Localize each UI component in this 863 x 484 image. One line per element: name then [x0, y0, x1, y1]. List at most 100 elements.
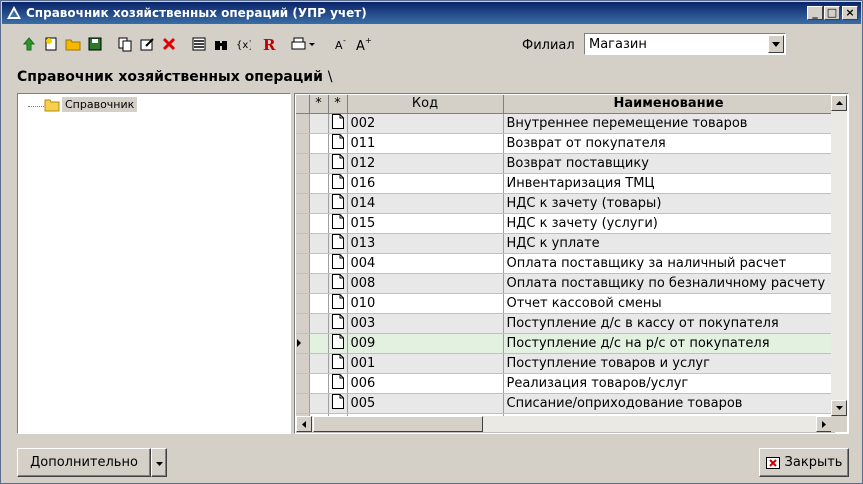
folder-icon[interactable]	[63, 33, 83, 55]
row-indicator[interactable]	[296, 293, 310, 314]
cell-code[interactable]: 014	[347, 193, 504, 214]
row-indicator[interactable]	[296, 233, 310, 254]
row-indicator[interactable]	[296, 193, 310, 214]
column-header-star-2[interactable]: *	[328, 95, 348, 114]
row-indicator[interactable]	[296, 153, 310, 174]
cell-code[interactable]: 004	[347, 253, 504, 274]
up-arrow-icon[interactable]	[19, 33, 39, 55]
cell-code[interactable]: 008	[347, 273, 504, 294]
cell-name[interactable]: Инвентаризация ТМЦ	[503, 173, 835, 194]
cell-code[interactable]: 015	[347, 213, 504, 234]
row-indicator[interactable]	[296, 213, 310, 234]
save-icon[interactable]	[85, 33, 105, 55]
row-indicator[interactable]	[296, 333, 310, 354]
edit-icon[interactable]	[137, 33, 157, 55]
cell-code[interactable]: 002	[347, 113, 504, 134]
row-indicator[interactable]	[296, 113, 310, 134]
copy-icon[interactable]	[115, 33, 135, 55]
table-row[interactable]: 002 Внутреннее перемещение товаров	[296, 113, 835, 134]
scroll-up-icon[interactable]	[831, 95, 847, 111]
horizontal-scrollbar[interactable]	[296, 416, 832, 432]
cell-name[interactable]: НДС к зачету (товары)	[503, 193, 835, 214]
table-row[interactable]: 001 Поступление товаров и услуг	[296, 353, 835, 374]
cell-code[interactable]: 010	[347, 293, 504, 314]
close-icon[interactable]: ×	[842, 6, 858, 20]
close-button[interactable]: Закрыть	[759, 448, 849, 477]
column-header-star-1[interactable]: *	[309, 95, 329, 114]
filial-select[interactable]: Магазин	[584, 33, 786, 55]
cell-name[interactable]: НДС к уплате	[503, 233, 835, 254]
cell-name[interactable]: Оплата поставщику за наличный расчет	[503, 253, 835, 274]
cell-name[interactable]: Поступление д/с на р/с от покупателя	[503, 333, 835, 354]
row-indicator[interactable]	[296, 373, 310, 394]
cell-code[interactable]: 006	[347, 373, 504, 394]
row-indicator[interactable]	[296, 313, 310, 334]
tree-panel[interactable]: Справочник	[17, 93, 291, 434]
table-row[interactable]: 013 НДС к уплате	[296, 233, 835, 254]
cell-code[interactable]: 001	[347, 353, 504, 374]
data-grid[interactable]: * * Код Наименование 002 Внутреннее перем…	[294, 93, 849, 434]
variables-icon[interactable]: {x}	[233, 33, 253, 55]
more-button[interactable]: Дополнительно	[17, 448, 151, 477]
column-header-name[interactable]: Наименование	[503, 95, 835, 114]
cell-code[interactable]: 005	[347, 393, 504, 414]
delete-icon[interactable]	[159, 33, 179, 55]
tree-node-label[interactable]: Справочник	[62, 97, 138, 112]
table-row[interactable]: 014 НДС к зачету (товары)	[296, 193, 835, 214]
table-row[interactable]: 011 Возврат от покупателя	[296, 133, 835, 154]
cell-name[interactable]: Возврат поставщику	[503, 153, 835, 174]
new-record-icon[interactable]	[41, 33, 61, 55]
cell-code[interactable]: 011	[347, 133, 504, 154]
horizontal-scroll-thumb[interactable]	[313, 416, 483, 432]
table-row[interactable]: 004 Оплата поставщику за наличный расчет	[296, 253, 835, 274]
cell-name[interactable]: НДС к зачету (услуги)	[503, 213, 835, 234]
cell-code[interactable]: 012	[347, 153, 504, 174]
document-icon	[331, 333, 344, 353]
table-row[interactable]: 005 Списание/оприходование товаров	[296, 393, 835, 414]
cell-code[interactable]: 009	[347, 333, 504, 354]
more-dropdown-button[interactable]	[151, 448, 167, 477]
row-indicator[interactable]	[296, 273, 310, 294]
font-decrease-icon[interactable]: A-	[331, 33, 351, 55]
minimize-icon[interactable]: _	[807, 6, 823, 20]
table-row[interactable]: 006 Реализация товаров/услуг	[296, 373, 835, 394]
chevron-down-icon[interactable]	[768, 35, 784, 53]
row-indicator[interactable]	[296, 253, 310, 274]
row-indicator[interactable]	[296, 353, 310, 374]
row-indicator[interactable]	[296, 133, 310, 154]
cell-code[interactable]: 016	[347, 173, 504, 194]
cell-name[interactable]: Возврат от покупателя	[503, 133, 835, 154]
cell-name[interactable]: Поступление товаров и услуг	[503, 353, 835, 374]
cell-code[interactable]: 013	[347, 233, 504, 254]
cell-name[interactable]: Отчет кассовой смены	[503, 293, 835, 314]
cell-name[interactable]: Реализация товаров/услуг	[503, 373, 835, 394]
table-row[interactable]: 012 Возврат поставщику	[296, 153, 835, 174]
title-bar[interactable]: Справочник хозяйственных операций (УПР у…	[2, 2, 861, 24]
table-row[interactable]: 008 Оплата поставщику по безналичному рас…	[296, 273, 835, 294]
scroll-right-icon[interactable]	[816, 416, 832, 432]
binoculars-icon[interactable]	[211, 33, 231, 55]
table-row[interactable]: 009 Поступление д/с на р/с от покупателя	[296, 333, 835, 354]
table-row[interactable]: 015 НДС к зачету (услуги)	[296, 213, 835, 234]
cell-name[interactable]: Оплата поставщику по безналичному расчет…	[503, 273, 835, 294]
column-header-code[interactable]: Код	[347, 95, 504, 114]
table-row[interactable]: 016 Инвентаризация ТМЦ	[296, 173, 835, 194]
cell-name[interactable]: Поступление д/с в кассу от покупателя	[503, 313, 835, 334]
table-row[interactable]: 003 Поступление д/с в кассу от покупателя	[296, 313, 835, 334]
row-star-cell	[309, 293, 329, 314]
row-indicator[interactable]	[296, 393, 310, 414]
print-icon[interactable]	[289, 33, 317, 55]
scroll-down-icon[interactable]	[831, 400, 847, 416]
report-icon[interactable]: R	[259, 33, 279, 55]
cell-code[interactable]: 003	[347, 313, 504, 334]
row-doc-cell	[328, 193, 348, 214]
vertical-scrollbar[interactable]	[831, 95, 847, 416]
maximize-icon[interactable]: □	[824, 6, 840, 20]
table-row[interactable]: 010 Отчет кассовой смены	[296, 293, 835, 314]
cell-name[interactable]: Списание/оприходование товаров	[503, 393, 835, 414]
scroll-left-icon[interactable]	[296, 416, 312, 432]
cell-name[interactable]: Внутреннее перемещение товаров	[503, 113, 835, 134]
list-icon[interactable]	[189, 33, 209, 55]
font-increase-icon[interactable]: A +	[353, 33, 373, 55]
row-indicator[interactable]	[296, 173, 310, 194]
